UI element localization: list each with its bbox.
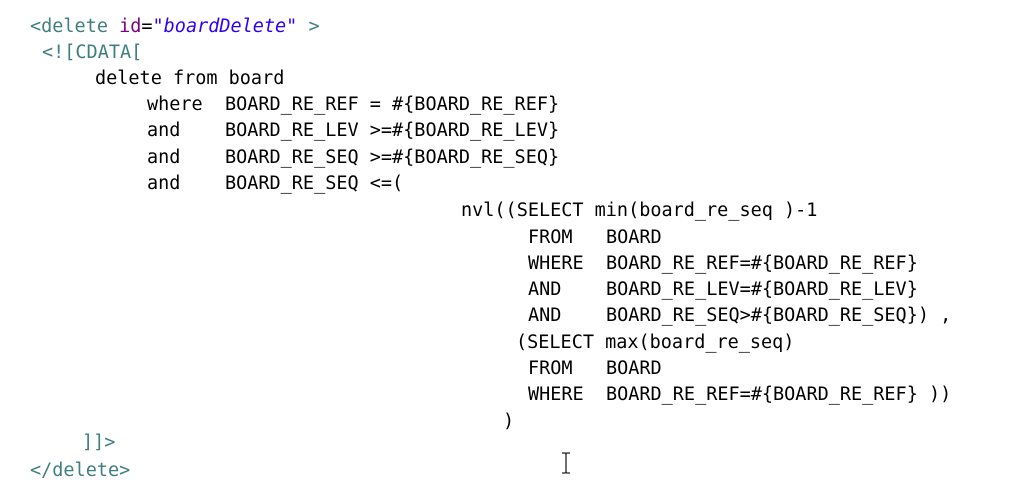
text-cursor-icon	[562, 452, 570, 474]
code-token: <delete	[30, 16, 120, 37]
code-editor[interactable]: <delete id="boardDelete" > <![CDATA[delet…	[0, 0, 1032, 497]
code-line[interactable]: </delete>	[30, 458, 130, 484]
code-line[interactable]: )	[503, 409, 514, 435]
code-token: )	[503, 411, 515, 432]
code-line[interactable]: AND BOARD_RE_LEV=#{BOARD_RE_LEV}	[528, 277, 918, 303]
code-token: <![CDATA[	[42, 42, 143, 63]
code-line[interactable]: and BOARD_RE_SEQ >=#{BOARD_RE_SEQ}	[147, 145, 559, 171]
code-token: AND BOARD_RE_SEQ>#{BOARD_RE_SEQ}) ,	[528, 305, 952, 326]
code-line[interactable]: ]]>	[82, 430, 115, 456]
code-line[interactable]: WHERE BOARD_RE_REF=#{BOARD_RE_REF} ))	[528, 382, 951, 408]
code-line[interactable]: delete from board	[95, 66, 284, 92]
code-line[interactable]: where BOARD_RE_REF = #{BOARD_RE_REF}	[147, 92, 559, 118]
code-line[interactable]: and BOARD_RE_LEV >=#{BOARD_RE_LEV}	[147, 118, 559, 144]
code-line[interactable]: nvl((SELECT min(board_re_seq )-1	[461, 198, 817, 224]
code-token: where BOARD_RE_REF = #{BOARD_RE_REF}	[147, 94, 560, 115]
code-line[interactable]: WHERE BOARD_RE_REF=#{BOARD_RE_REF}	[528, 251, 918, 277]
code-line[interactable]: AND BOARD_RE_SEQ>#{BOARD_RE_SEQ}) ,	[528, 303, 951, 329]
code-token: and BOARD_RE_SEQ >=#{BOARD_RE_SEQ}	[147, 147, 560, 168]
code-token: ]]>	[82, 432, 116, 453]
code-line[interactable]: and BOARD_RE_SEQ <=(	[147, 171, 403, 197]
code-token: AND BOARD_RE_LEV=#{BOARD_RE_LEV}	[528, 279, 918, 300]
code-token: and BOARD_RE_SEQ <=(	[147, 173, 404, 194]
code-token: WHERE BOARD_RE_REF=#{BOARD_RE_REF}	[528, 253, 918, 274]
code-token: >	[297, 16, 320, 37]
code-token: id	[119, 16, 142, 37]
code-token: FROM BOARD	[528, 358, 662, 379]
code-token: and BOARD_RE_LEV >=#{BOARD_RE_LEV}	[147, 120, 560, 141]
code-line[interactable]: FROM BOARD	[528, 225, 662, 251]
code-token: WHERE BOARD_RE_REF=#{BOARD_RE_REF} ))	[528, 384, 952, 405]
code-token: </delete>	[30, 460, 131, 481]
code-line[interactable]: FROM BOARD	[528, 356, 662, 382]
code-line[interactable]: <![CDATA[	[42, 40, 142, 66]
code-token: =	[141, 16, 153, 37]
code-token: nvl((SELECT min(board_re_seq )-1	[461, 200, 818, 221]
code-token: delete from board	[95, 68, 285, 89]
code-token: (SELECT max(board_re_seq)	[516, 332, 795, 353]
code-line[interactable]: <delete id="boardDelete" >	[30, 14, 320, 40]
code-token: FROM BOARD	[528, 227, 662, 248]
code-line[interactable]: (SELECT max(board_re_seq)	[516, 330, 794, 356]
code-token: "boardDelete"	[152, 16, 298, 37]
